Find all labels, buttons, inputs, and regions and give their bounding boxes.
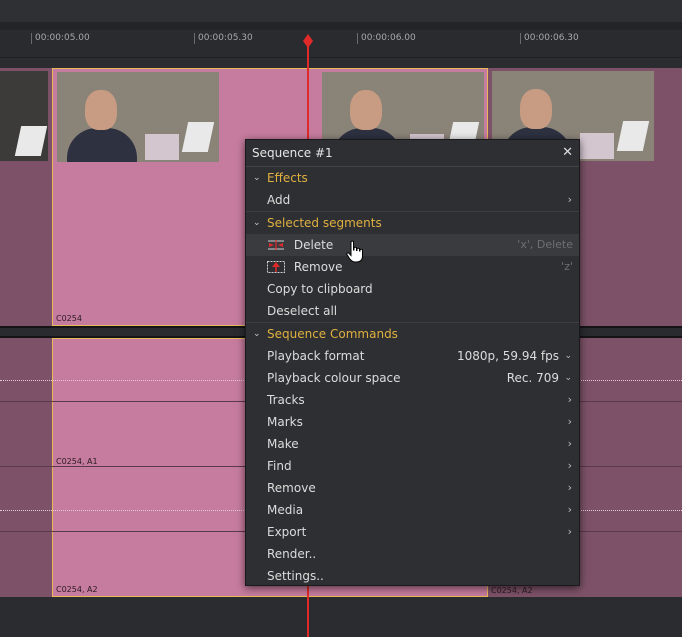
menu-item-label: Settings.. bbox=[267, 569, 324, 583]
chevron-right-icon: › bbox=[567, 459, 572, 472]
ruler-tick: 00:00:06.00 bbox=[357, 33, 416, 44]
menu-item-label: Export bbox=[267, 525, 307, 539]
menu-item-export[interactable]: Export › bbox=[246, 521, 579, 543]
clip-name-label: C0254 bbox=[56, 314, 82, 323]
chevron-down-icon: ⌄ bbox=[564, 373, 572, 383]
menu-item-label: Delete bbox=[293, 238, 334, 252]
ruler-tick: 00:00:06.30 bbox=[520, 33, 579, 44]
menu-item-label: Render.. bbox=[267, 547, 317, 561]
chevron-right-icon: › bbox=[567, 193, 572, 206]
menu-item-label: Media bbox=[267, 503, 304, 517]
sequence-context-menu: Sequence #1 ✕ ⌄ Effects Add › ⌄ Selected… bbox=[245, 139, 580, 586]
section-effects[interactable]: ⌄ Effects bbox=[246, 167, 579, 189]
section-label: Effects bbox=[267, 171, 308, 185]
remove-segment-icon bbox=[267, 260, 285, 273]
menu-item-playback-colour-space[interactable]: Playback colour space Rec. 709 ⌄ bbox=[246, 367, 579, 389]
menu-item-label: Add bbox=[267, 193, 291, 207]
menu-item-label: Playback format bbox=[267, 349, 365, 363]
chevron-right-icon: › bbox=[567, 481, 572, 494]
menu-item-remove[interactable]: Remove › bbox=[246, 477, 579, 499]
menu-item-settings[interactable]: Settings.. bbox=[246, 565, 579, 587]
toolbar-separator bbox=[0, 22, 682, 30]
section-label: Selected segments bbox=[267, 216, 382, 230]
chevron-down-icon: ⌄ bbox=[253, 218, 261, 228]
clip-name-label: C0254, A2 bbox=[491, 586, 533, 595]
chevron-right-icon: › bbox=[567, 393, 572, 406]
colour-space-select[interactable]: Rec. 709 bbox=[507, 367, 559, 389]
section-selected-segments[interactable]: ⌄ Selected segments bbox=[246, 211, 579, 234]
menu-item-remove-segment[interactable]: Remove 'z' bbox=[246, 256, 579, 278]
timeline-ruler[interactable]: 00:00:05.00 00:00:05.30 00:00:06.00 00:0… bbox=[0, 30, 682, 58]
menu-item-copy-to-clipboard[interactable]: Copy to clipboard bbox=[246, 278, 579, 300]
menu-item-label: Tracks bbox=[267, 393, 305, 407]
chevron-right-icon: › bbox=[567, 525, 572, 538]
menu-header: Sequence #1 ✕ bbox=[246, 140, 579, 167]
menu-item-label: Copy to clipboard bbox=[267, 282, 373, 296]
menu-item-add[interactable]: Add › bbox=[246, 189, 579, 211]
hand-pointer-cursor-icon bbox=[346, 240, 363, 263]
chevron-down-icon: ⌄ bbox=[253, 173, 261, 183]
shortcut-hint: 'x', Delete bbox=[517, 238, 573, 251]
clip-thumbnail bbox=[57, 72, 219, 162]
delete-segment-icon bbox=[267, 238, 285, 251]
menu-item-label: Remove bbox=[293, 260, 343, 274]
menu-item-playback-format[interactable]: Playback format 1080p, 59.94 fps ⌄ bbox=[246, 345, 579, 367]
menu-item-label: Remove bbox=[267, 481, 316, 495]
menu-item-tracks[interactable]: Tracks › bbox=[246, 389, 579, 411]
menu-item-make[interactable]: Make › bbox=[246, 433, 579, 455]
audio-clip-left[interactable] bbox=[0, 338, 52, 597]
chevron-right-icon: › bbox=[567, 415, 572, 428]
menu-item-label: Playback colour space bbox=[267, 371, 401, 385]
menu-item-label: Make bbox=[267, 437, 299, 451]
chevron-down-icon: ⌄ bbox=[564, 351, 572, 361]
clip-thumbnail bbox=[0, 71, 48, 161]
playhead-handle-icon[interactable] bbox=[302, 34, 314, 48]
clip-name-label: C0254, A1 bbox=[56, 457, 98, 466]
menu-item-label: Marks bbox=[267, 415, 303, 429]
chevron-down-icon: ⌄ bbox=[253, 329, 261, 339]
top-toolbar bbox=[0, 0, 682, 22]
clip-name-label: C0254, A2 bbox=[56, 585, 98, 594]
video-clip-left[interactable] bbox=[0, 68, 52, 326]
shortcut-hint: 'z' bbox=[561, 260, 573, 273]
menu-item-marks[interactable]: Marks › bbox=[246, 411, 579, 433]
chevron-right-icon: › bbox=[567, 437, 572, 450]
menu-item-media[interactable]: Media › bbox=[246, 499, 579, 521]
menu-item-delete[interactable]: Delete 'x', Delete bbox=[246, 234, 579, 256]
timeline-footer bbox=[0, 597, 682, 637]
menu-item-label: Find bbox=[267, 459, 292, 473]
chevron-right-icon: › bbox=[567, 503, 572, 516]
menu-item-render[interactable]: Render.. bbox=[246, 543, 579, 565]
ruler-tick: 00:00:05.30 bbox=[194, 33, 253, 44]
close-icon[interactable]: ✕ bbox=[562, 140, 573, 166]
menu-title: Sequence #1 bbox=[252, 146, 333, 160]
section-sequence-commands[interactable]: ⌄ Sequence Commands bbox=[246, 322, 579, 345]
playback-format-select[interactable]: 1080p, 59.94 fps bbox=[457, 345, 559, 367]
menu-item-find[interactable]: Find › bbox=[246, 455, 579, 477]
menu-item-deselect-all[interactable]: Deselect all bbox=[246, 300, 579, 322]
section-label: Sequence Commands bbox=[267, 327, 398, 341]
menu-item-label: Deselect all bbox=[267, 304, 338, 318]
ruler-tick: 00:00:05.00 bbox=[31, 33, 90, 44]
